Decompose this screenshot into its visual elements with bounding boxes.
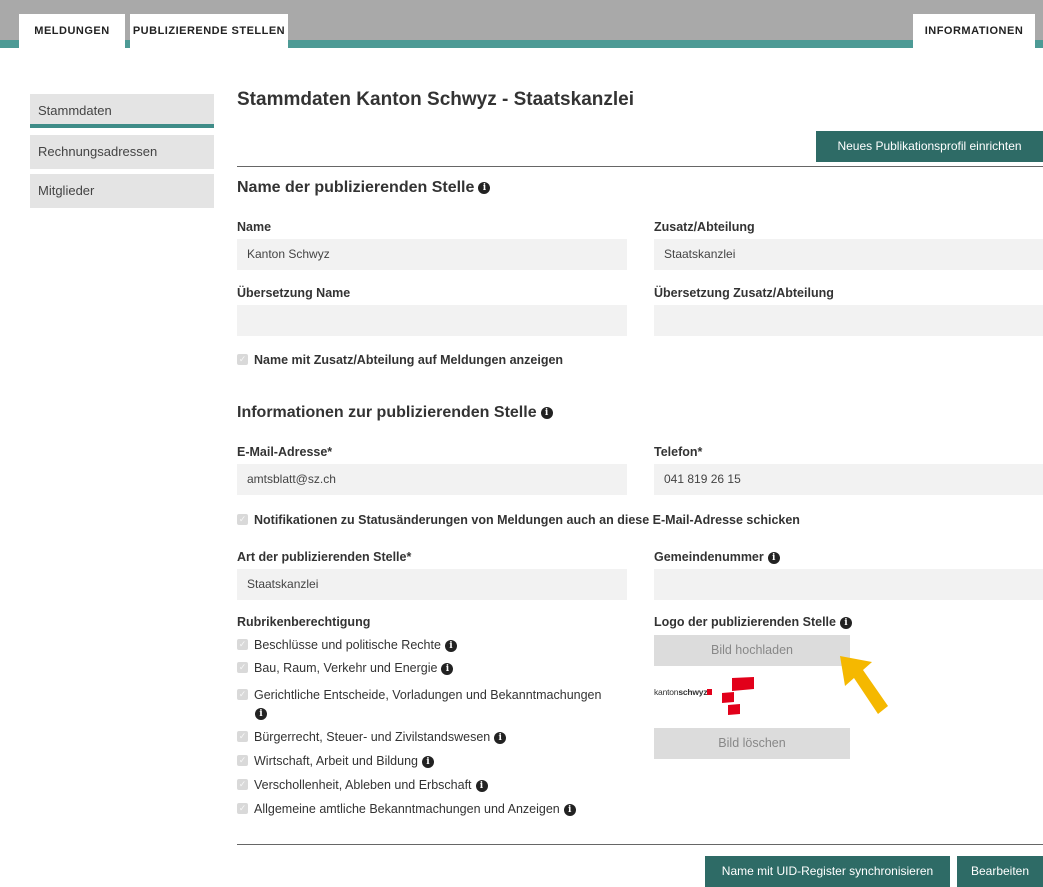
info-icon[interactable]: i — [441, 662, 454, 675]
rubrik-checkbox[interactable]: ✓ — [237, 803, 248, 815]
tab-informationen[interactable]: INFORMATIONEN — [913, 14, 1035, 48]
type-label: Art der publizierenden Stelle* — [237, 550, 412, 564]
logo-image: kantonschwyz — [654, 675, 764, 717]
info-icon[interactable]: i — [839, 616, 852, 629]
name-field[interactable]: Kanton Schwyz — [237, 239, 627, 270]
rubrik-label: Verschollenheit, Ableben und Erbschaft — [254, 778, 472, 792]
zusatz-field[interactable]: Staatskanzlei — [654, 239, 1043, 270]
show-zusatz-checkbox[interactable]: ✓ — [237, 354, 248, 366]
rubriken-label: Rubrikenberechtigung — [237, 615, 371, 629]
municipality-label: Gemeindenummer — [654, 550, 764, 564]
annotation-arrow-icon — [840, 656, 888, 714]
tab-publizierende-stellen[interactable]: PUBLIZIERENDE STELLEN — [130, 14, 288, 48]
phone-label: Telefon* — [654, 445, 703, 459]
rubrik-checkbox[interactable]: ✓ — [237, 779, 248, 791]
show-zusatz-label: Name mit Zusatz/Abteilung auf Meldungen … — [254, 353, 564, 367]
rubrik-checkbox[interactable]: ✓ — [237, 731, 248, 743]
rubrik-checkbox[interactable]: ✓ — [237, 689, 248, 701]
rubrik-item: ✓ Bau, Raum, Verkehr und Energie i — [237, 661, 454, 675]
title-divider — [237, 166, 1043, 167]
info-icon[interactable]: i — [767, 551, 780, 564]
logo-label: Logo der publizierenden Stelle — [654, 615, 836, 629]
rubrik-label: Allgemeine amtliche Bekanntmachungen und… — [254, 802, 560, 816]
rubrik-item: ✓ Gerichtliche Entscheide, Vorladungen un… — [237, 686, 637, 722]
tab-meldungen[interactable]: MELDUNGEN — [19, 14, 125, 48]
translation-name-label: Übersetzung Name — [237, 286, 351, 300]
rubrik-item: ✓ Verschollenheit, Ableben und Erbschaft i — [237, 778, 488, 792]
translation-zusatz-label: Übersetzung Zusatz/Abteilung — [654, 286, 834, 300]
municipality-label-row: Gemeindenummer i — [654, 550, 780, 564]
rubrik-item: ✓ Wirtschaft, Arbeit und Bildung i — [237, 754, 434, 768]
info-icon[interactable]: i — [540, 406, 553, 419]
rubrik-label: Bürgerrecht, Steuer- und Zivilstandswese… — [254, 730, 491, 744]
section-heading-info-text: Informationen zur publizierenden Stelle — [237, 404, 537, 421]
info-icon[interactable]: i — [421, 755, 434, 768]
zusatz-label: Zusatz/Abteilung — [654, 220, 755, 234]
translation-name-field[interactable] — [237, 305, 627, 336]
page-title: Stammdaten Kanton Schwyz - Staatskanzlei — [237, 89, 634, 110]
show-zusatz-row: ✓ Name mit Zusatz/Abteilung auf Meldungen… — [237, 353, 563, 367]
rubrik-item: ✓ Allgemeine amtliche Bekanntmachungen un… — [237, 802, 576, 816]
rubrik-label: Beschlüsse und politische Rechte — [254, 638, 441, 652]
name-label: Name — [237, 220, 272, 234]
section-heading-info: Informationen zur publizierenden Stelle i — [237, 404, 553, 422]
translation-zusatz-field[interactable] — [654, 305, 1043, 336]
rubrik-label: Wirtschaft, Arbeit und Bildung — [254, 754, 418, 768]
schwyz-logo-mark — [707, 677, 754, 715]
section-heading-name: Name der publizierenden Stelle i — [237, 179, 491, 197]
email-field[interactable]: amtsblatt@sz.ch — [237, 464, 627, 495]
rubrik-item: ✓ Beschlüsse und politische Rechte i — [237, 638, 457, 652]
info-icon[interactable]: i — [475, 779, 488, 792]
municipality-field[interactable] — [654, 569, 1043, 600]
notify-checkbox[interactable]: ✓ — [237, 514, 248, 526]
rubrik-label: Gerichtliche Entscheide, Vorladungen und… — [254, 688, 602, 702]
sidebar-item-rechnungsadressen[interactable]: Rechnungsadressen — [30, 135, 214, 169]
info-icon[interactable]: i — [494, 731, 507, 744]
section-heading-name-text: Name der publizierenden Stelle — [237, 179, 475, 196]
new-profile-button[interactable]: Neues Publikationsprofil einrichten — [816, 131, 1043, 162]
info-icon[interactable]: i — [563, 803, 576, 816]
upload-image-button[interactable]: Bild hochladen — [654, 635, 850, 666]
email-label: E-Mail-Adresse* — [237, 445, 333, 459]
rubrik-item: ✓ Bürgerrecht, Steuer- und Zivilstandswes… — [237, 730, 507, 744]
notify-row: ✓ Notifikationen zu Statusänderungen von … — [237, 513, 800, 527]
sidebar-item-stammdaten[interactable]: Stammdaten — [30, 94, 214, 128]
rubrik-checkbox[interactable]: ✓ — [237, 639, 248, 651]
delete-image-button[interactable]: Bild löschen — [654, 728, 850, 759]
type-field[interactable]: Staatskanzlei — [237, 569, 627, 600]
rubrik-label: Bau, Raum, Verkehr und Energie — [254, 661, 438, 675]
phone-field[interactable]: 041 819 26 15 — [654, 464, 1043, 495]
notify-label: Notifikationen zu Statusänderungen von M… — [254, 513, 800, 527]
edit-button[interactable]: Bearbeiten — [957, 856, 1043, 887]
footer-divider — [237, 844, 1043, 845]
info-icon[interactable]: i — [478, 181, 491, 194]
info-icon[interactable]: i — [444, 639, 457, 652]
info-icon[interactable]: i — [255, 707, 267, 720]
sync-uid-button[interactable]: Name mit UID-Register synchronisieren — [705, 856, 950, 887]
rubrik-checkbox[interactable]: ✓ — [237, 755, 248, 767]
logo-label-row: Logo der publizierenden Stelle i — [654, 615, 852, 629]
rubrik-checkbox[interactable]: ✓ — [237, 662, 248, 674]
sidebar-item-mitglieder[interactable]: Mitglieder — [30, 174, 214, 208]
